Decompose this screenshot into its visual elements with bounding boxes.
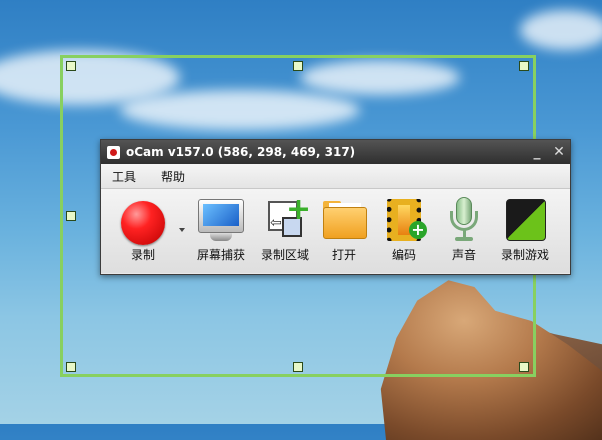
close-button[interactable]: ✕: [548, 144, 570, 160]
open-button[interactable]: 打开: [313, 195, 375, 265]
record-dropdown-arrow-icon[interactable]: [179, 228, 185, 232]
record-region-label: 录制区域: [260, 248, 309, 262]
window-title: oCam v157.0 (586, 298, 469, 317): [126, 145, 356, 159]
screen-capture-button[interactable]: 屏幕捕获: [190, 195, 252, 265]
menu-bar: 工具 帮助: [101, 164, 570, 189]
resize-handle-bottom[interactable]: [293, 362, 303, 372]
resize-handle-top-left[interactable]: [66, 61, 76, 71]
menu-help[interactable]: 帮助: [150, 168, 199, 185]
toolbar: 录制 屏幕捕获 ⇦ + 录制区域 打开 + 编码 声音 录制游戏: [101, 189, 570, 273]
codec-label: 编码: [391, 248, 416, 262]
resize-handle-top[interactable]: [293, 61, 303, 71]
resize-handle-bottom-right[interactable]: [519, 362, 529, 372]
codec-button[interactable]: + 编码: [373, 195, 435, 265]
record-label: 录制: [130, 248, 155, 262]
game-record-icon: [506, 199, 546, 241]
title-bar[interactable]: oCam v157.0 (586, 298, 469, 317) _ ✕: [101, 140, 570, 164]
game-record-label: 录制游戏: [500, 248, 549, 262]
monitor-icon: [198, 199, 244, 233]
game-record-button[interactable]: 录制游戏: [494, 195, 556, 265]
ocam-window: oCam v157.0 (586, 298, 469, 317) _ ✕ 工具 …: [100, 139, 571, 275]
sound-button[interactable]: 声音: [433, 195, 495, 265]
record-icon: [121, 201, 165, 245]
screen-capture-label: 屏幕捕获: [196, 248, 245, 262]
record-button[interactable]: 录制: [112, 195, 174, 265]
open-label: 打开: [331, 248, 356, 262]
menu-tools[interactable]: 工具: [101, 168, 150, 185]
resize-handle-bottom-left[interactable]: [66, 362, 76, 372]
ocam-app-icon: [107, 145, 120, 159]
minimize-button[interactable]: _: [526, 144, 548, 160]
resize-handle-left[interactable]: [66, 211, 76, 221]
sound-label: 声音: [451, 248, 476, 262]
record-region-button[interactable]: ⇦ + 录制区域: [254, 195, 316, 265]
resize-handle-top-right[interactable]: [519, 61, 529, 71]
